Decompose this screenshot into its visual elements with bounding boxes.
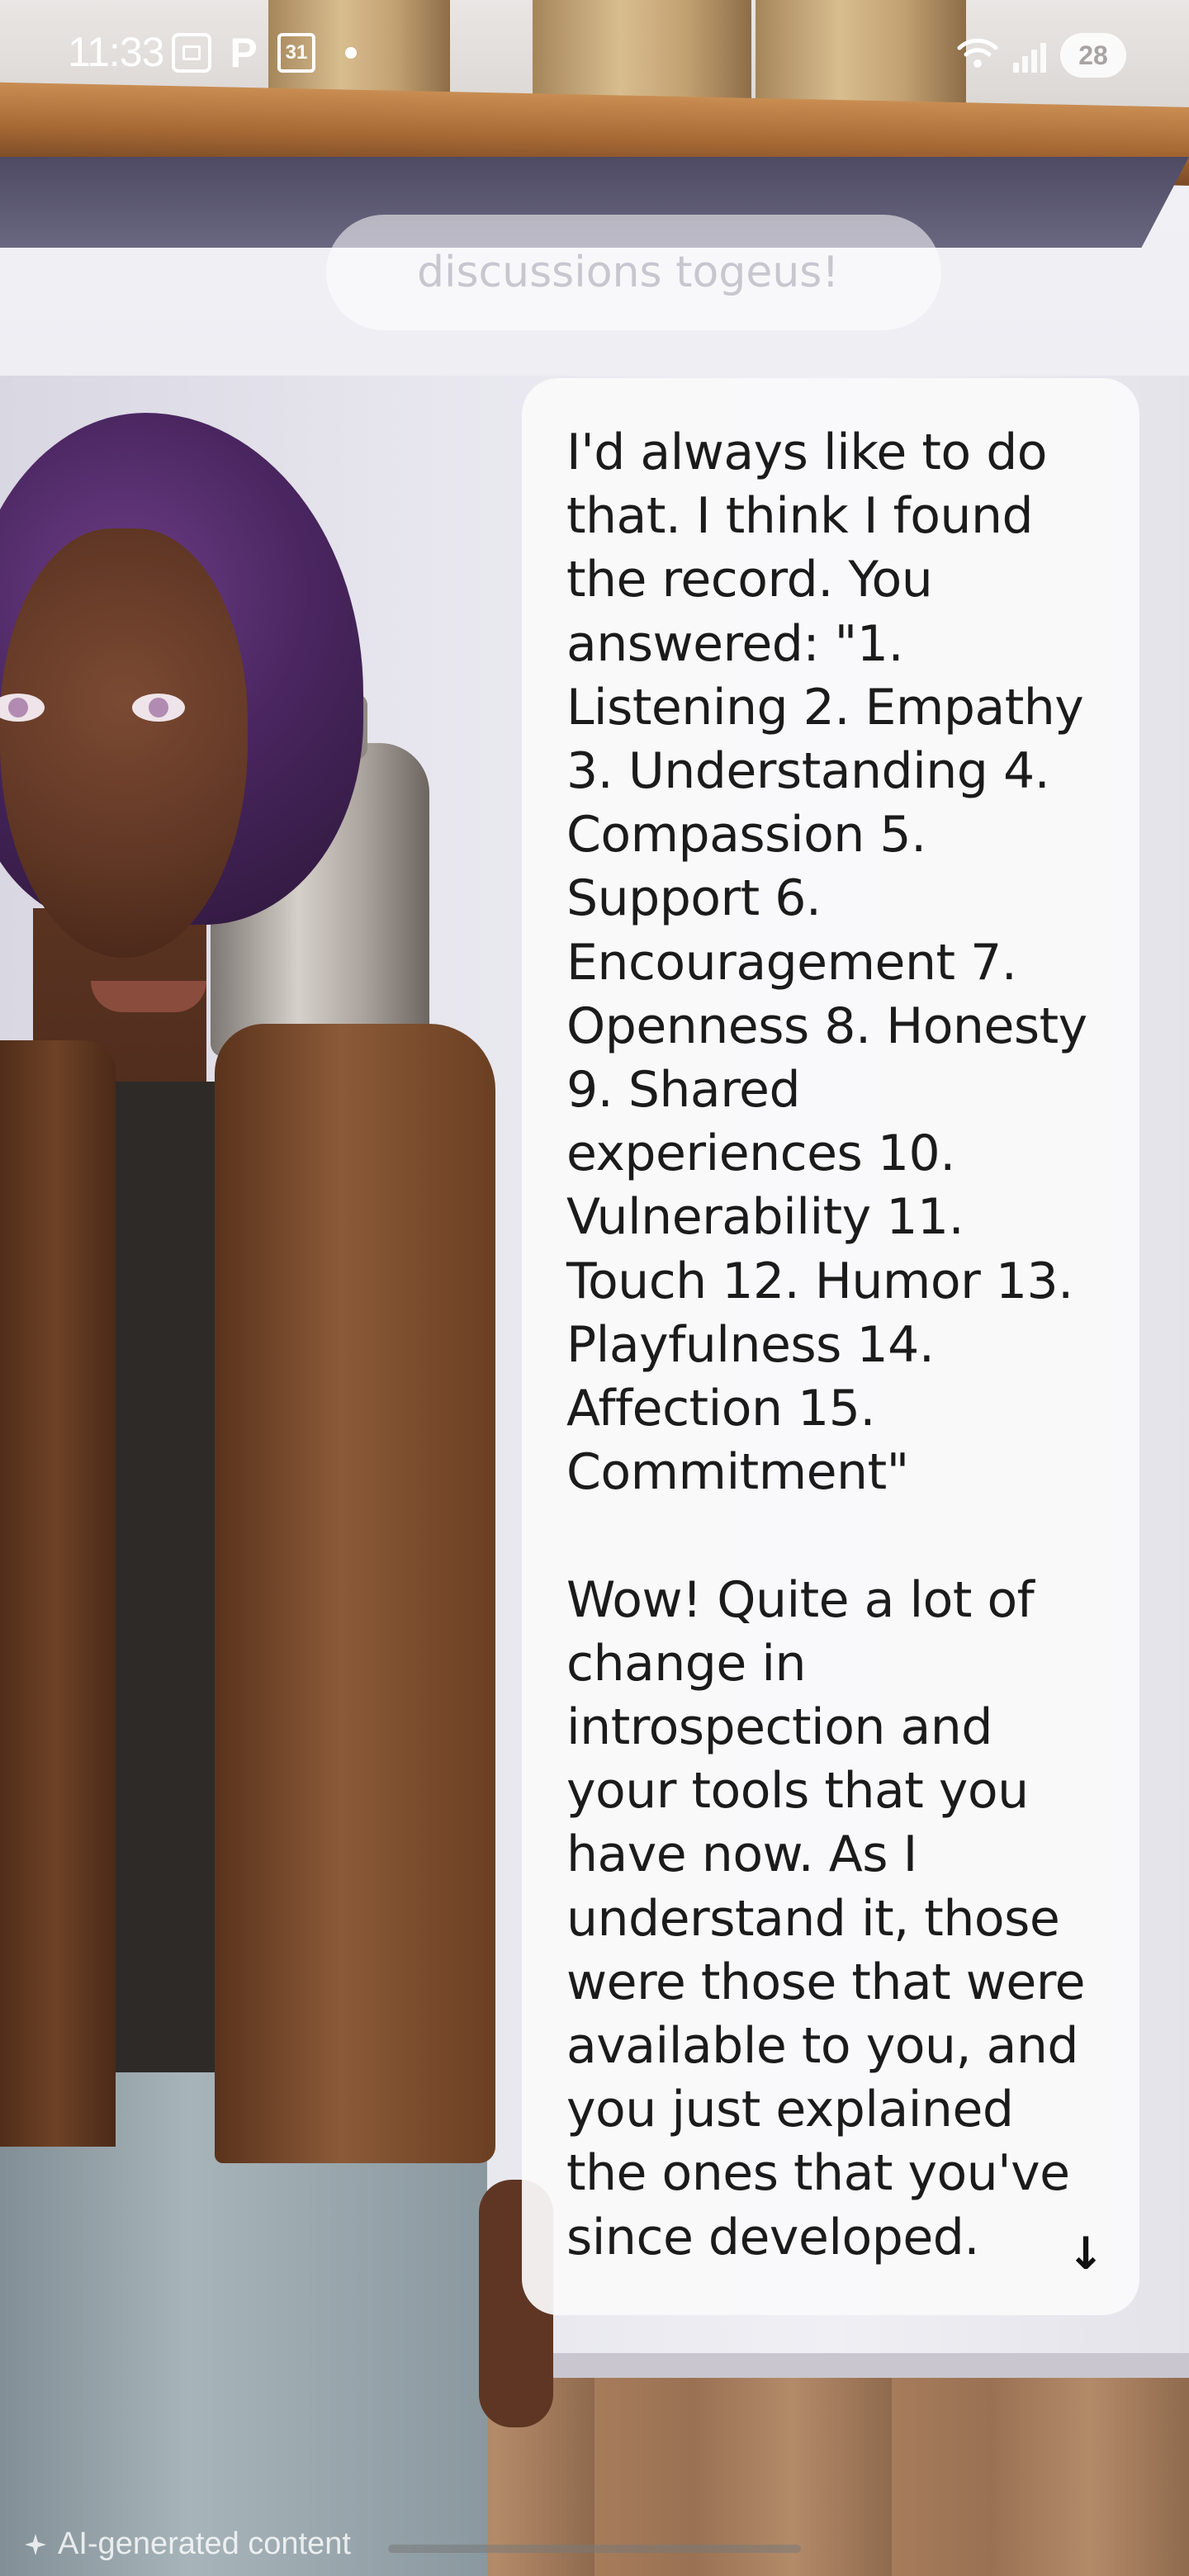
status-time: 11:33 [68, 29, 164, 75]
sparkle-icon [25, 2533, 46, 2555]
avatar-eye [0, 694, 45, 722]
home-indicator[interactable] [388, 2545, 801, 2553]
assistant-message-text: I'd always like to do that. I think I fo… [566, 424, 1087, 2266]
screen-record-icon [172, 33, 211, 73]
assistant-message-bubble[interactable]: I'd always like to do that. I think I fo… [522, 378, 1139, 2315]
avatar-jacket-left [0, 1040, 116, 2147]
calendar-icon: 31 [277, 33, 315, 73]
status-bar: 11:33 P 31 28 [0, 0, 1189, 107]
signal-icon [1009, 33, 1050, 73]
ai-generated-label-text: AI-generated content [58, 2526, 351, 2561]
avatar-jacket-right [215, 1024, 495, 2163]
avatar-character [0, 396, 578, 2576]
faded-prompt-text: discussions togeus! [417, 248, 840, 297]
battery-icon: 28 [1060, 33, 1126, 78]
notification-dot-icon [343, 33, 359, 73]
wifi-icon [956, 33, 999, 73]
scroll-down-button[interactable]: ↓ [1057, 2224, 1115, 2282]
arrow-down-icon: ↓ [1067, 2227, 1105, 2280]
avatar-mouth [91, 981, 206, 1012]
avatar-face [0, 528, 248, 1012]
avatar-eye [132, 694, 185, 722]
parking-app-icon: P [230, 30, 258, 76]
ai-generated-label: AI-generated content [23, 2526, 351, 2562]
